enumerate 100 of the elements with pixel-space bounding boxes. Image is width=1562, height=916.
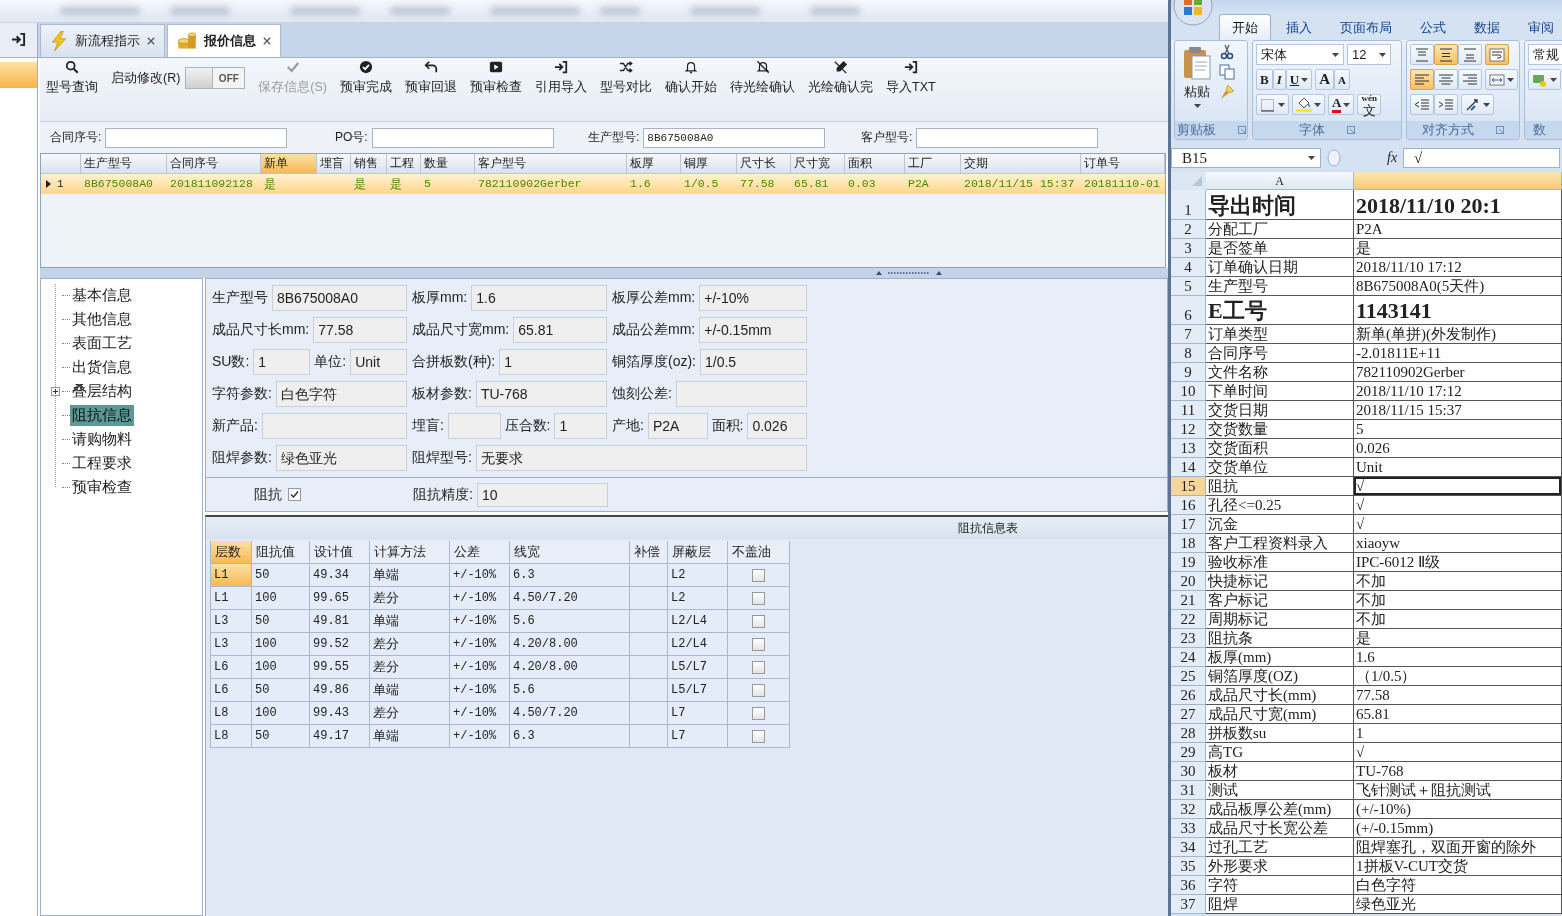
- table-cell[interactable]: 1143141: [1354, 295, 1562, 325]
- input-field[interactable]: 绿色亚光: [275, 445, 407, 471]
- table-cell[interactable]: 不加: [1354, 572, 1562, 591]
- bold-button[interactable]: B: [1256, 69, 1273, 90]
- phonetic-guide-button[interactable]: wén 文: [1357, 94, 1381, 115]
- paste-button[interactable]: 粘贴: [1178, 44, 1216, 118]
- tab[interactable]: 报价信息: [167, 24, 281, 57]
- table-cell[interactable]: 不加: [1354, 591, 1562, 610]
- ribbon-tab[interactable]: 公式: [1407, 14, 1459, 40]
- borders-button[interactable]: [1256, 94, 1289, 115]
- table-cell[interactable]: √: [1354, 477, 1562, 496]
- close-icon[interactable]: [147, 37, 155, 45]
- formula-field[interactable]: √: [1403, 148, 1560, 168]
- input-field[interactable]: 白色字符: [275, 381, 407, 407]
- table-cell[interactable]: Unit: [1354, 458, 1562, 477]
- close-icon[interactable]: [263, 37, 271, 45]
- wrap-text-button[interactable]: [1485, 44, 1509, 65]
- table-cell[interactable]: 过孔工艺: [1206, 838, 1354, 857]
- column-header[interactable]: 工厂: [905, 154, 961, 174]
- table-cell[interactable]: 阻抗: [1206, 477, 1354, 496]
- table-cell[interactable]: 成品板厚公差(mm): [1206, 800, 1354, 819]
- checkbox[interactable]: [752, 637, 765, 651]
- table-cell[interactable]: 外形要求: [1206, 857, 1354, 876]
- caret-icon[interactable]: [1193, 104, 1201, 108]
- table-cell[interactable]: 交货面积: [1206, 439, 1354, 458]
- row-header[interactable]: 8: [1171, 344, 1206, 363]
- table-cell[interactable]: (+/-0.15mm): [1354, 819, 1562, 838]
- row-header[interactable]: 27: [1171, 705, 1206, 724]
- table-cell[interactable]: 验收标准: [1206, 553, 1354, 572]
- table-cell[interactable]: 订单类型: [1206, 325, 1354, 344]
- column-header[interactable]: A: [1206, 172, 1354, 190]
- ribbon-tab[interactable]: 审阅: [1515, 14, 1562, 40]
- login-button[interactable]: [0, 22, 38, 57]
- table-cell[interactable]: 分配工厂: [1206, 219, 1354, 239]
- checkbox[interactable]: [752, 568, 765, 582]
- table-row[interactable]: 1 8B675008A0 201811092128 是 是 是 5 782110902Gerber 1.6 1/0.5 77.58 65.81 0.03 P2A 2018/11/15 15:37 20181110-01: [41, 174, 1165, 194]
- font-name-dropdown[interactable]: 宋体: [1256, 44, 1344, 65]
- fill-color-button[interactable]: [1292, 94, 1325, 115]
- table-cell[interactable]: 阻抗条: [1206, 629, 1354, 648]
- input-field[interactable]: 65.81: [513, 317, 607, 343]
- column-header[interactable]: 计算方法: [370, 541, 450, 564]
- checkbox[interactable]: [752, 614, 765, 628]
- table-cell[interactable]: 板材: [1206, 762, 1354, 781]
- column-header[interactable]: 新单: [261, 154, 317, 174]
- column-header[interactable]: 屏蔽层: [668, 541, 728, 564]
- column-header[interactable]: 尺寸宽: [791, 154, 845, 174]
- table-cell[interactable]: E工号: [1206, 295, 1354, 325]
- table-cell[interactable]: 交货数量: [1206, 420, 1354, 439]
- table-cell[interactable]: 绿色亚光: [1354, 895, 1562, 914]
- table-cell[interactable]: 周期标记: [1206, 610, 1354, 629]
- column-header[interactable]: 面积: [845, 154, 905, 174]
- table-cell[interactable]: 不加: [1354, 610, 1562, 629]
- checkbox[interactable]: [752, 660, 765, 674]
- column-header[interactable]: 板厚: [627, 154, 681, 174]
- input-field[interactable]: Unit: [350, 349, 407, 375]
- row-header[interactable]: 12: [1171, 420, 1206, 439]
- input-field[interactable]: 0.026: [747, 413, 807, 439]
- row-header[interactable]: 9: [1171, 363, 1206, 382]
- row-header[interactable]: 34: [1171, 838, 1206, 857]
- checkbox[interactable]: [752, 729, 765, 743]
- row-header[interactable]: 22: [1171, 610, 1206, 629]
- table-cell[interactable]: 铜箔厚度(OZ): [1206, 667, 1354, 686]
- table-cell[interactable]: IPC-6012 Ⅱ级: [1354, 553, 1562, 572]
- tree-item[interactable]: 阻抗信息: [70, 404, 134, 426]
- table-cell[interactable]: （1/0.5）: [1354, 667, 1562, 686]
- column-header[interactable]: 阻抗值: [252, 541, 310, 564]
- column-header[interactable]: 补偿: [630, 541, 668, 564]
- caret-icon[interactable]: [1278, 102, 1285, 107]
- tree-item[interactable]: 出货信息: [70, 356, 134, 378]
- row-header[interactable]: 16: [1171, 496, 1206, 515]
- scissors-icon[interactable]: [1219, 44, 1235, 60]
- table-cell[interactable]: 交货日期: [1206, 401, 1354, 420]
- row-header[interactable]: 32: [1171, 800, 1206, 819]
- caret-icon[interactable]: [1301, 77, 1309, 82]
- caret-icon[interactable]: [1550, 77, 1557, 82]
- table-cell[interactable]: (+/-10%): [1354, 800, 1562, 819]
- table-cell[interactable]: P2A: [1354, 219, 1562, 239]
- toolbar-button[interactable]: 确认开始: [665, 58, 718, 96]
- ribbon-tab[interactable]: 数据: [1461, 14, 1513, 40]
- table-cell[interactable]: 文件名称: [1206, 363, 1354, 382]
- table-cell[interactable]: TU-768: [1354, 762, 1562, 781]
- tab[interactable]: 新流程指示: [40, 24, 165, 57]
- font-size-dropdown[interactable]: 12: [1347, 44, 1391, 65]
- table-cell[interactable]: √: [1354, 515, 1562, 534]
- merge-cells-button[interactable]: [1485, 69, 1518, 90]
- table-cell[interactable]: 65.81: [1354, 705, 1562, 724]
- column-header[interactable]: 尺寸长: [737, 154, 791, 174]
- toolbar-button[interactable]: 导入TXT: [886, 58, 936, 96]
- input-field[interactable]: 10: [476, 482, 608, 507]
- table-cell[interactable]: 成品尺寸长(mm): [1206, 686, 1354, 705]
- row-header[interactable]: 33: [1171, 819, 1206, 838]
- table-cell[interactable]: 客户工程资料录入: [1206, 534, 1354, 553]
- table-cell[interactable]: 飞针测试＋阻抗测试: [1354, 781, 1562, 800]
- column-header[interactable]: [1354, 172, 1562, 190]
- input-field[interactable]: 8B675008A0: [272, 285, 407, 311]
- dialog-launcher-icon[interactable]: [1237, 126, 1246, 134]
- caret-icon[interactable]: [1308, 156, 1315, 160]
- underline-button[interactable]: U: [1285, 69, 1313, 90]
- row-header[interactable]: 20: [1171, 572, 1206, 591]
- caret-icon[interactable]: [1332, 52, 1339, 57]
